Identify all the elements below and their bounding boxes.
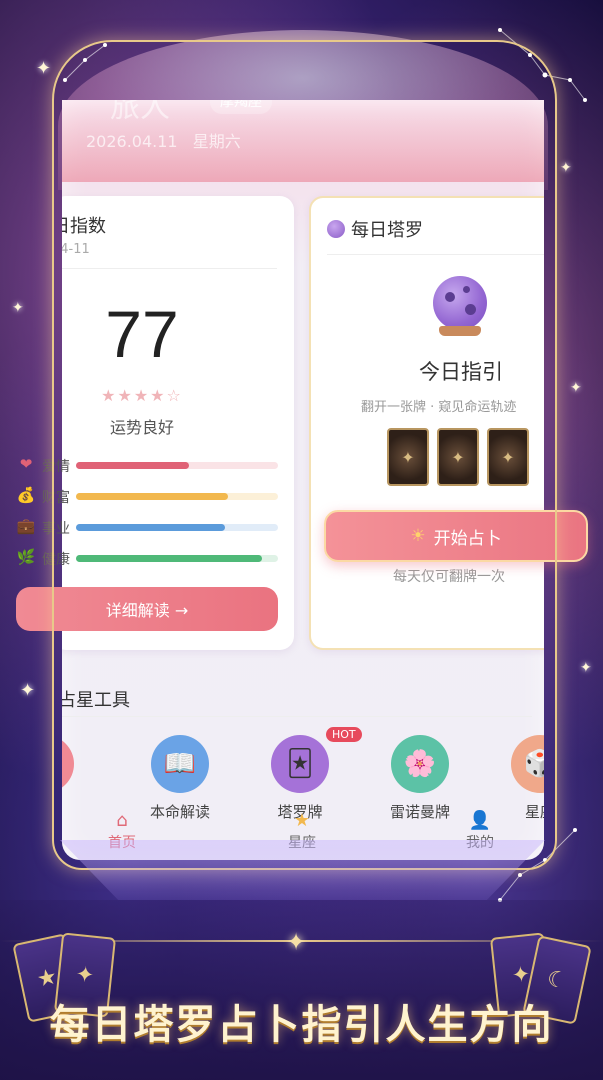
sparkle-icon: ✦ [12, 300, 24, 316]
herb-icon: 🌿 [16, 548, 36, 566]
sparkle-icon: ✦ [20, 680, 36, 701]
heart-icon: ❤ [19, 455, 33, 473]
briefcase-icon: 💼 [16, 517, 36, 535]
banner-text: 每日塔罗占卜指引人生方向 [49, 1002, 554, 1048]
sparkle-icon: ✦ [570, 380, 582, 396]
sparkle-icon: ✦ [286, 928, 307, 956]
sparkle-icon: ✦ [580, 660, 592, 676]
sparkle-icon: ✦ [560, 160, 572, 176]
golden-frame [52, 40, 557, 870]
money-bag-icon: 💰 [16, 486, 36, 504]
sparkle-icon: ✦ [36, 58, 52, 79]
crystal-base [60, 840, 545, 900]
